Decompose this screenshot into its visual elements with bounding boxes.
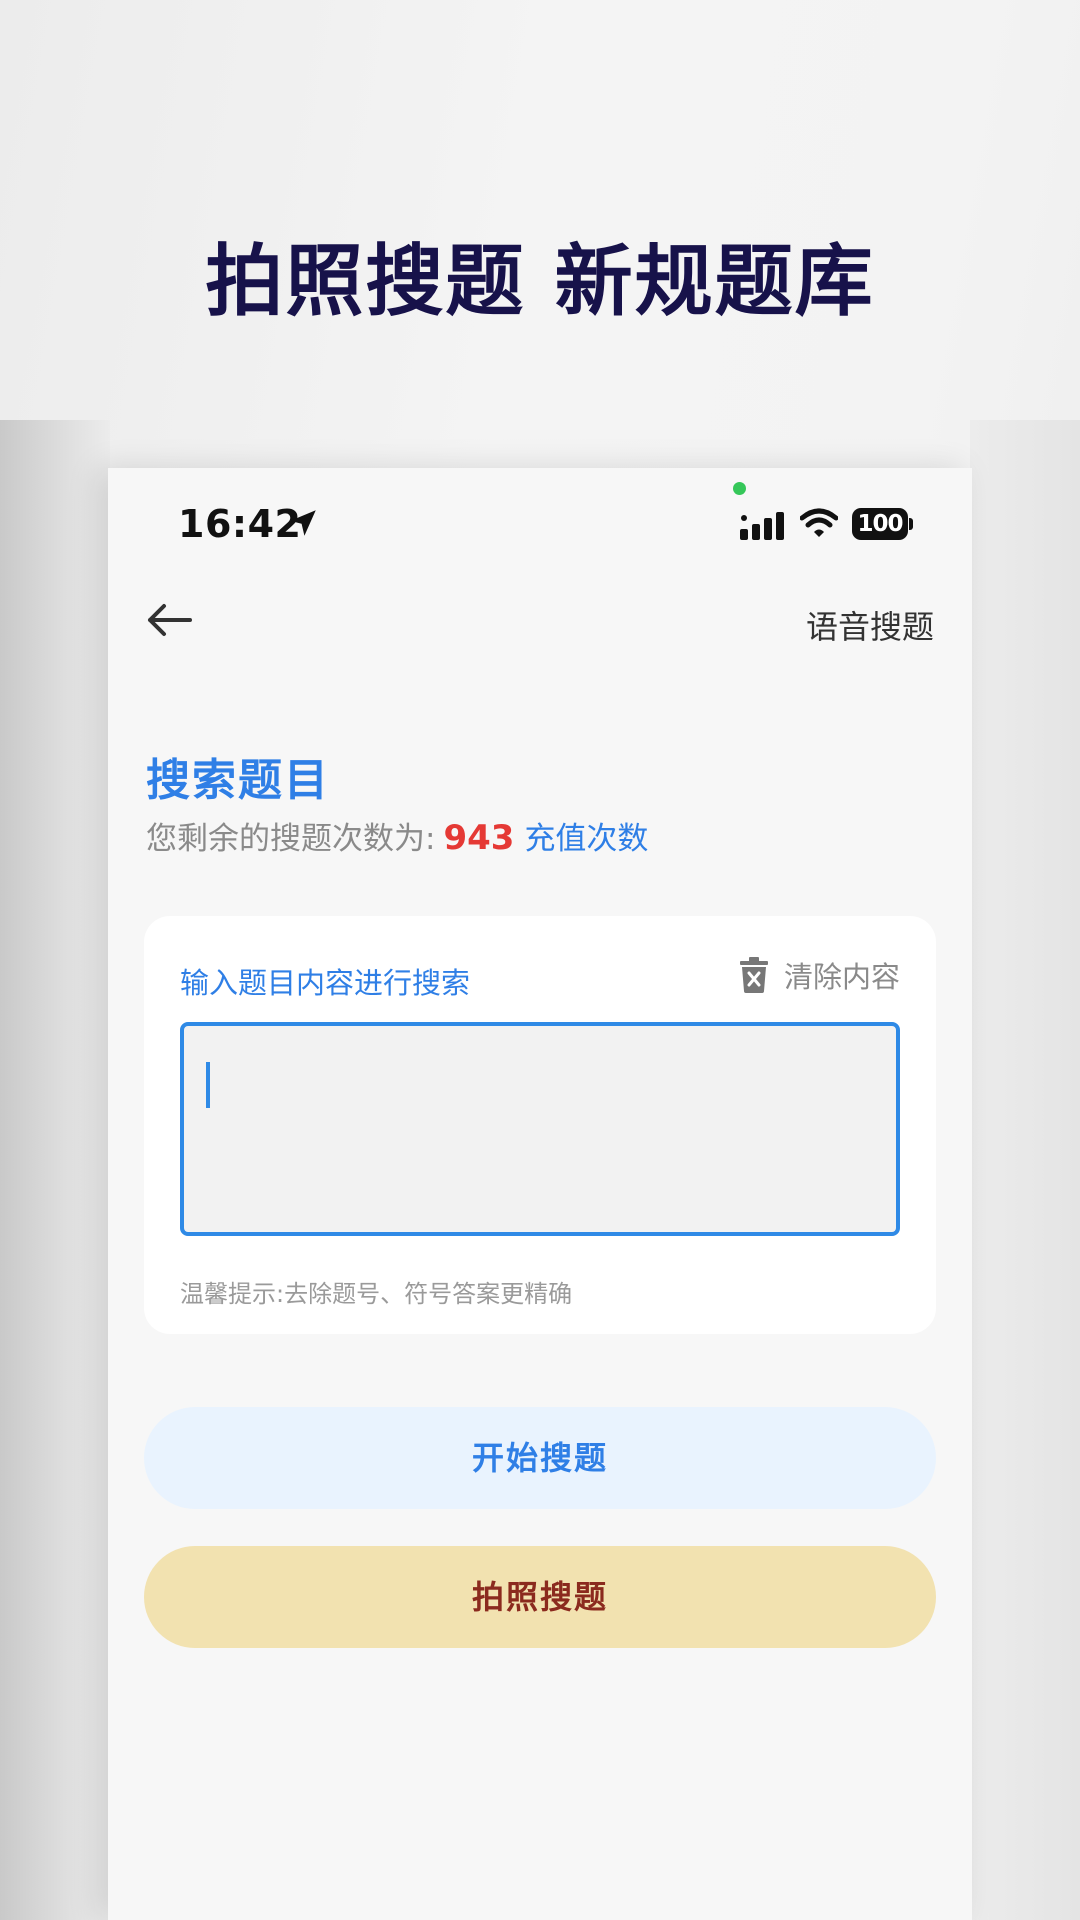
phone-screen: 16:42 100 语音搜题 搜索题目 您剩余的搜题次数为: 943 充值次数 输入 bbox=[108, 468, 972, 1920]
clear-content-button[interactable]: 清除内容 bbox=[739, 952, 900, 998]
promo-headline: 拍照搜题 新规题库 bbox=[205, 237, 875, 327]
tip-text: 温馨提示:去除题号、符号答案更精确 bbox=[180, 1280, 573, 1308]
remaining-count-row: 您剩余的搜题次数为: 943 充值次数 bbox=[146, 813, 648, 859]
text-caret bbox=[206, 1062, 210, 1108]
status-time: 16:42 bbox=[178, 502, 302, 546]
remaining-count: 943 bbox=[443, 818, 515, 858]
clear-content-label: 清除内容 bbox=[783, 960, 900, 994]
photo-search-button[interactable]: 拍照搜题 bbox=[144, 1546, 936, 1648]
background-shade-left bbox=[0, 420, 110, 1920]
battery-icon: 100 bbox=[852, 508, 914, 540]
voice-search-button[interactable]: 语音搜题 bbox=[806, 602, 934, 648]
background-shade-right bbox=[970, 420, 1080, 1920]
wifi-icon bbox=[800, 508, 838, 537]
location-arrow-icon bbox=[290, 510, 316, 536]
battery-tip bbox=[909, 518, 913, 530]
trash-icon bbox=[739, 957, 768, 993]
start-search-button[interactable]: 开始搜题 bbox=[144, 1407, 936, 1509]
input-label: 输入题目内容进行搜索 bbox=[180, 966, 471, 1000]
signal-icon bbox=[740, 512, 784, 540]
search-input-card: 输入题目内容进行搜索 清除内容 温馨提示:去除题号、符号答案更精确 bbox=[144, 916, 936, 1334]
camera-indicator-dot bbox=[733, 482, 746, 495]
question-text-input[interactable] bbox=[180, 1022, 900, 1236]
status-bar: 16:42 100 bbox=[108, 468, 972, 578]
remaining-label: 您剩余的搜题次数为: bbox=[146, 821, 436, 857]
recharge-link[interactable]: 充值次数 bbox=[524, 821, 648, 857]
page-title: 搜索题目 bbox=[146, 755, 330, 806]
back-arrow-icon[interactable] bbox=[144, 600, 194, 640]
battery-level: 100 bbox=[852, 508, 908, 540]
